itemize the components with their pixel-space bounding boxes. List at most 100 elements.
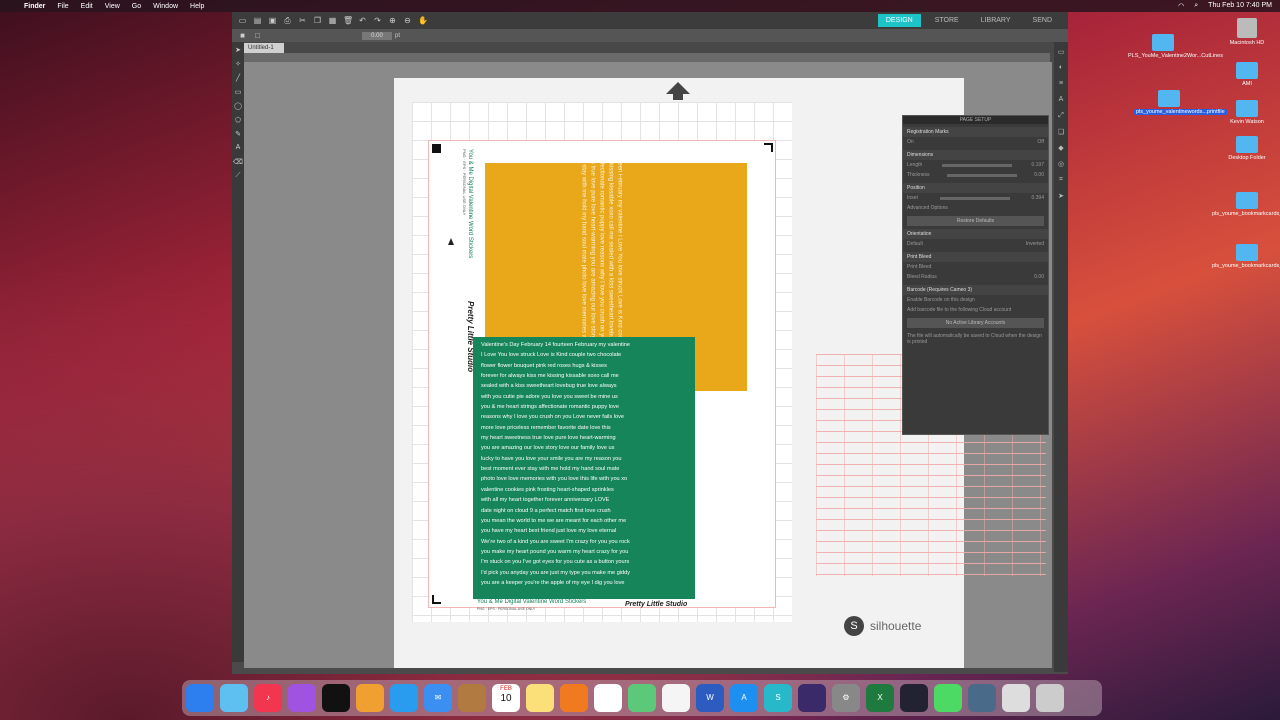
trace-icon[interactable]: ⌗ [1056, 176, 1066, 186]
pan-icon[interactable]: ✋ [418, 16, 428, 25]
length-slider[interactable] [941, 164, 1012, 167]
photos-icon[interactable] [662, 684, 690, 712]
desktop-icon[interactable]: pls_youme_valentinewords...printfile [1134, 90, 1227, 116]
line-weight-input[interactable]: 0.00 [362, 31, 392, 40]
tab-untitled-1[interactable]: Untitled-1 [244, 43, 284, 53]
quicktime-icon[interactable] [968, 684, 996, 712]
print-icon[interactable]: ⎙ [283, 16, 292, 25]
vertical-subtitle[interactable]: PNG · EPS · PERSONAL USE ONLY [462, 149, 467, 215]
radio-off[interactable]: Off [1037, 139, 1044, 145]
menu-file[interactable]: File [57, 3, 68, 10]
app-store-icon[interactable]: A [730, 684, 758, 712]
finder-icon[interactable] [186, 684, 214, 712]
maps-icon[interactable] [628, 684, 656, 712]
select-tool-icon[interactable]: ➤ [233, 46, 243, 56]
transform-icon[interactable]: ⤢ [1056, 112, 1066, 122]
library-accounts-select[interactable]: No Active Library Accounts [907, 318, 1044, 328]
modify-icon[interactable]: ◆ [1056, 144, 1066, 154]
length-input[interactable]: 0.197 [1031, 162, 1044, 168]
point-edit-icon[interactable]: ✧ [233, 60, 243, 70]
tab-design[interactable]: DESIGN [877, 14, 921, 27]
menu-edit[interactable]: Edit [81, 3, 93, 10]
zoom-in-icon[interactable]: ⊕ [388, 16, 397, 25]
ellipse-tool-icon[interactable]: ◯ [233, 102, 243, 112]
system-preferences-icon[interactable]: ⚙ [832, 684, 860, 712]
mail-icon[interactable]: ✉ [424, 684, 452, 712]
messages-icon[interactable] [934, 684, 962, 712]
pencil-tool-icon[interactable]: ✎ [233, 130, 243, 140]
desktop-icon[interactable]: pls_youme_bookmarkcards_png [1212, 192, 1280, 218]
design-canvas[interactable]: S silhouette You & Me Digital Valentine … [244, 62, 1052, 668]
tab-store[interactable]: STORE [927, 14, 967, 27]
delete-icon[interactable]: 🗑 [343, 16, 353, 25]
save-icon[interactable]: ▣ [268, 16, 277, 25]
enable-barcode-checkbox[interactable]: Enable Barcode on this design [903, 295, 1048, 305]
tab-library[interactable]: LIBRARY [973, 14, 1019, 27]
inset-slider[interactable] [939, 197, 1010, 200]
podcasts-icon[interactable] [288, 684, 316, 712]
menu-help[interactable]: Help [190, 3, 204, 10]
undo-icon[interactable]: ↶ [358, 16, 367, 25]
notes-icon[interactable] [526, 684, 554, 712]
wifi-icon[interactable]: ◠ [1178, 2, 1184, 10]
replicate-icon[interactable]: ❏ [1056, 128, 1066, 138]
search-icon[interactable]: ⌕ [1194, 2, 1198, 10]
inset-input[interactable]: 0.394 [1031, 195, 1044, 201]
open-icon[interactable]: ▤ [253, 16, 262, 25]
bottom-signature[interactable]: Pretty Little Studio [625, 601, 687, 608]
fill-icon[interactable]: ◐ [1056, 64, 1066, 74]
bleed-radius-input[interactable]: 0.00 [1034, 274, 1044, 280]
desktop-icon[interactable]: pls_youme_bookmarkcards_cutlines [1212, 244, 1280, 270]
send-icon[interactable]: ➤ [1056, 192, 1066, 202]
eraser-tool-icon[interactable]: ⌫ [233, 158, 243, 168]
rectangle-tool-icon[interactable]: ▭ [233, 88, 243, 98]
line-tool-icon[interactable]: ╱ [233, 74, 243, 84]
desktop-icon[interactable]: PLS_YouMe_Valentine2Wor...CutLines [1128, 34, 1223, 60]
text-tool-icon[interactable]: A [233, 144, 243, 154]
safari-icon[interactable] [390, 684, 418, 712]
text-style-icon[interactable]: A [1056, 96, 1066, 106]
radio-on[interactable]: On [907, 139, 914, 145]
knife-tool-icon[interactable]: ⟋ [233, 172, 243, 182]
reminders-icon[interactable] [594, 684, 622, 712]
menu-view[interactable]: View [105, 3, 120, 10]
keynote-icon[interactable] [900, 684, 928, 712]
copy-icon[interactable]: ❐ [313, 16, 322, 25]
restore-defaults-button[interactable]: Restore Defaults [907, 216, 1044, 226]
offset-icon[interactable]: ◎ [1056, 160, 1066, 170]
excel-icon[interactable]: X [866, 684, 894, 712]
zoom-out-icon[interactable]: ⊖ [403, 16, 412, 25]
redo-icon[interactable]: ↷ [373, 16, 382, 25]
paste-icon[interactable]: ▦ [328, 16, 337, 25]
contacts-icon[interactable] [458, 684, 486, 712]
desktop-icon[interactable]: AMI [1212, 62, 1280, 88]
page-setup-icon[interactable]: ▭ [1056, 48, 1066, 58]
firefox-icon[interactable] [560, 684, 588, 712]
silhouette-studio-icon[interactable]: S [764, 684, 792, 712]
word-icon[interactable]: W [696, 684, 724, 712]
launchpad-icon[interactable] [356, 684, 384, 712]
line-color-icon[interactable]: □ [253, 31, 262, 40]
menu-go[interactable]: Go [132, 3, 141, 10]
apple-tv-icon[interactable] [322, 684, 350, 712]
advanced-options-toggle[interactable]: Advanced Options [903, 203, 1048, 213]
cut-icon[interactable]: ✂ [298, 16, 307, 25]
add-barcode-cloud-checkbox[interactable]: Add barcode file to the following Cloud … [903, 305, 1048, 315]
preview-icon[interactable] [1002, 684, 1030, 712]
menubar-clock[interactable]: Thu Feb 10 7:40 PM [1208, 2, 1272, 10]
screen-record-icon[interactable] [798, 684, 826, 712]
siri-icon[interactable] [220, 684, 248, 712]
desktop-icon[interactable]: Kevin Watson [1212, 100, 1280, 126]
orientation-default[interactable]: Default [907, 241, 923, 247]
green-word-sticker-sheet[interactable]: Valentine's Day February 14 fourteen Feb… [473, 337, 695, 599]
bottom-title[interactable]: You & Me Digital Valentine Word Stickers [477, 599, 586, 605]
bottom-subtitle[interactable]: PNG · EPS · PERSONAL USE ONLY [477, 607, 535, 611]
thickness-slider[interactable] [946, 174, 1017, 177]
menu-finder[interactable]: Finder [24, 3, 45, 10]
calendar-icon[interactable]: FEB 10 [492, 684, 520, 712]
thickness-input[interactable]: 0.00 [1034, 172, 1044, 178]
fill-color-icon[interactable]: ■ [238, 31, 247, 40]
print-bleed-checkbox[interactable]: Print Bleed [903, 262, 1048, 272]
menu-window[interactable]: Window [153, 3, 178, 10]
desktop-icon[interactable]: Macintosh HD [1212, 18, 1280, 47]
